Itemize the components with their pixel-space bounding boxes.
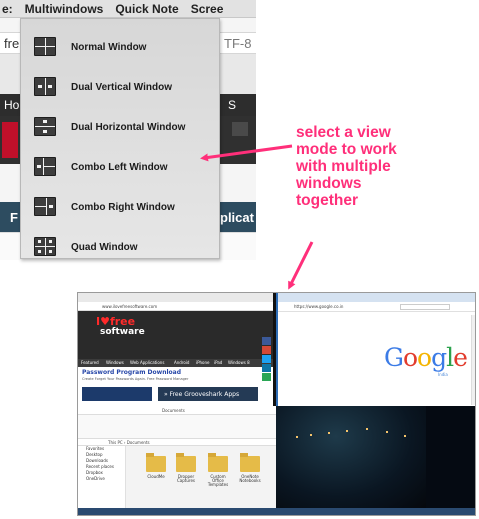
scrollbar[interactable]: [471, 315, 475, 405]
browser-tab-strip: [278, 293, 475, 302]
menu-item-combo-left-window[interactable]: Combo Left Window: [21, 147, 219, 187]
folder-icon[interactable]: [240, 453, 260, 472]
menu-item-multiwindows[interactable]: Multiwindows: [19, 2, 110, 16]
banner-red-block: [2, 122, 18, 158]
folder-icon[interactable]: [146, 453, 166, 472]
menu-item-normal-window[interactable]: Normal Window: [21, 27, 219, 67]
menu-item-label: Normal Window: [71, 41, 147, 53]
menu-item-quad-window[interactable]: Quad Window: [21, 227, 219, 258]
menu-item-dual-horizontal-window[interactable]: Dual Horizontal Window: [21, 107, 219, 147]
google-plus-icon: [262, 346, 271, 354]
menu-item-edit[interactable]: e:: [0, 2, 19, 16]
normal-window-icon: [34, 37, 56, 56]
folder-icon[interactable]: [208, 453, 228, 472]
site-promo: » Free Grooveshark Apps: [158, 387, 258, 401]
menu-item-label: Combo Right Window: [71, 201, 175, 213]
linkedin-icon: [262, 364, 271, 372]
explorer-nav-pane: Favorites Desktop Downloads Recent place…: [78, 446, 126, 508]
facebook-icon: [262, 337, 271, 345]
menu-item-screen[interactable]: Scree: [185, 2, 230, 16]
folder-label: OneNote Notebooks: [239, 474, 261, 483]
taskbar: [276, 508, 475, 515]
folder-label: CloudMe: [147, 474, 165, 479]
google-logo: Google: [384, 343, 468, 372]
pane-top-right-google: https://www.google.co.in Google India: [276, 293, 475, 406]
browser-tab-strip: [78, 293, 273, 302]
dual-vertical-window-icon: [34, 77, 56, 96]
menu-bar: e: Multiwindows Quick Note Scree: [0, 0, 256, 18]
combo-right-window-icon: [34, 197, 56, 216]
site-logo-line2: software: [100, 327, 145, 337]
social-share-bar: [262, 337, 272, 382]
explorer-ribbon: [78, 415, 276, 439]
combo-left-window-icon: [34, 157, 56, 176]
menu-item-dual-vertical-window[interactable]: Dual Vertical Window: [21, 67, 219, 107]
browser-search-box[interactable]: [400, 304, 450, 310]
quad-window-icon: [34, 237, 56, 256]
google-region-label: India: [438, 372, 448, 377]
pane-bottom-right-photo: [276, 406, 475, 515]
site-headline[interactable]: Password Program Download: [82, 369, 181, 376]
banner-square: [232, 122, 248, 136]
menu-item-label: Quad Window: [71, 241, 138, 253]
site-subline: Create Forget Your Passwords Again. Free…: [82, 377, 189, 381]
explorer-path-bar[interactable]: This PC › Documents: [78, 439, 276, 446]
folder-label: Dropper Captures: [177, 474, 195, 483]
site-menu: Featured Windows Web Applications Androi…: [78, 359, 273, 367]
taskbar: [78, 508, 276, 515]
folder-icon[interactable]: [176, 453, 196, 472]
menu-item-quick-note[interactable]: Quick Note: [109, 2, 184, 16]
menu-item-label: Dual Horizontal Window: [71, 121, 186, 133]
browser-address-bar[interactable]: www.ilovefreesoftware.com: [78, 302, 273, 311]
quad-window-example-screenshot: www.ilovefreesoftware.com I♥free softwar…: [77, 292, 476, 516]
menu-item-label: Dual Vertical Window: [71, 81, 173, 93]
arrow-to-screenshot: [288, 241, 314, 290]
dual-horizontal-window-icon: [34, 117, 56, 136]
menu-item-label: Combo Left Window: [71, 161, 168, 173]
share-icon: [262, 373, 271, 381]
site-ad-block: [82, 387, 152, 401]
pane-bottom-left-explorer: Documents This PC › Documents Favorites …: [78, 406, 276, 515]
menu-item-combo-right-window[interactable]: Combo Right Window: [21, 187, 219, 227]
folder-label: Custom Office Templates: [207, 474, 229, 487]
multiwindows-dropdown-menu: Normal Window Dual Vertical Window Dual …: [20, 18, 220, 259]
twitter-icon: [262, 355, 271, 363]
pane-top-left-website: www.ilovefreesoftware.com I♥free softwar…: [78, 293, 273, 406]
night-city-photo: [276, 406, 426, 508]
annotation-text: select a view mode to work with multiple…: [296, 124, 397, 209]
explorer-title-bar: Documents: [78, 406, 276, 415]
